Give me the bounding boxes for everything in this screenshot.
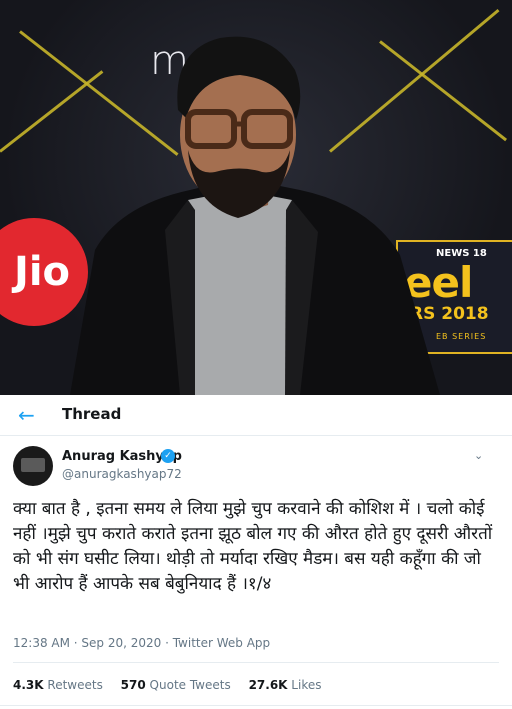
thread-header: ← Thread	[0, 395, 512, 436]
tweet-stats: 4.3K Retweets 570 Quote Tweets 27.6K Lik…	[13, 678, 335, 692]
avatar-image	[21, 458, 45, 472]
retweets-count: 4.3K	[13, 678, 44, 692]
quote-tweets-count: 570	[120, 678, 146, 692]
quote-tweets-label: Quote Tweets	[149, 678, 231, 692]
tweet-timestamp[interactable]: 12:38 AM · Sep 20, 2020 · Twitter Web Ap…	[13, 636, 270, 650]
chevron-down-icon[interactable]: ⌄	[474, 449, 483, 462]
retweets-stat[interactable]: 4.3K Retweets	[13, 678, 103, 692]
author-avatar[interactable]	[13, 446, 53, 486]
divider	[0, 705, 512, 706]
likes-stat[interactable]: 27.6K Likes	[249, 678, 322, 692]
quote-tweets-stat[interactable]: 570 Quote Tweets	[121, 678, 231, 692]
verified-badge-icon: ✓	[161, 449, 175, 463]
page-title: Thread	[62, 405, 122, 423]
likes-count: 27.6K	[248, 678, 288, 692]
divider	[13, 662, 499, 663]
tweet-text: क्या बात है , इतना समय ले लिया मुझे चुप …	[13, 499, 493, 594]
retweets-label: Retweets	[47, 678, 103, 692]
arrow-left-icon[interactable]: ←	[18, 403, 35, 427]
likes-label: Likes	[291, 678, 322, 692]
person-figure	[70, 36, 440, 395]
tweet-photo[interactable]: me Jio NEWS 18 eel RS 2018 EB SERIES	[0, 0, 512, 395]
author-handle[interactable]: @anuragkashyap72	[62, 467, 182, 481]
